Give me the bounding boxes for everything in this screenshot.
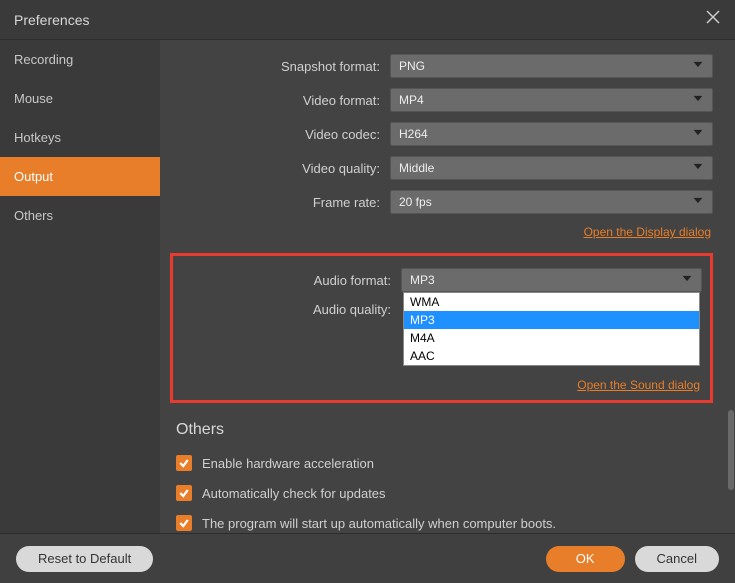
window-title: Preferences (14, 12, 89, 28)
video-quality-select[interactable]: Middle (390, 156, 713, 180)
ok-button[interactable]: OK (546, 546, 625, 572)
hw-accel-checkbox[interactable] (176, 455, 192, 471)
close-icon[interactable] (705, 9, 721, 30)
sidebar-item-mouse[interactable]: Mouse (0, 79, 160, 118)
hw-accel-label: Enable hardware acceleration (202, 456, 374, 471)
audio-format-dropdown[interactable]: WMA MP3 M4A AAC (403, 292, 700, 366)
snapshot-format-label: Snapshot format: (170, 59, 390, 74)
audio-format-option-wma[interactable]: WMA (404, 293, 699, 311)
scrollbar-thumb[interactable] (728, 410, 734, 490)
auto-update-label: Automatically check for updates (202, 486, 386, 501)
cancel-button[interactable]: Cancel (635, 546, 719, 572)
video-quality-label: Video quality: (170, 161, 390, 176)
video-codec-label: Video codec: (170, 127, 390, 142)
audio-highlight-box: Audio format: MP3 Audio quality: WMA MP3… (170, 253, 713, 403)
frame-rate-label: Frame rate: (170, 195, 390, 210)
auto-update-checkbox[interactable] (176, 485, 192, 501)
audio-format-select[interactable]: MP3 (401, 268, 702, 292)
audio-format-option-mp3[interactable]: MP3 (404, 311, 699, 329)
open-sound-dialog-link[interactable]: Open the Sound dialog (577, 378, 700, 392)
content-pane: Snapshot format: PNG Video format: MP4 V… (160, 40, 735, 533)
audio-format-option-m4a[interactable]: M4A (404, 329, 699, 347)
footer: Reset to Default OK Cancel (0, 533, 735, 583)
sidebar-item-output[interactable]: Output (0, 157, 160, 196)
video-format-select[interactable]: MP4 (390, 88, 713, 112)
audio-quality-label: Audio quality: (181, 302, 401, 317)
snapshot-format-select[interactable]: PNG (390, 54, 713, 78)
sidebar: Recording Mouse Hotkeys Output Others (0, 40, 160, 533)
sidebar-item-others[interactable]: Others (0, 196, 160, 235)
sidebar-item-hotkeys[interactable]: Hotkeys (0, 118, 160, 157)
auto-start-label: The program will start up automatically … (202, 516, 556, 531)
audio-format-option-aac[interactable]: AAC (404, 347, 699, 365)
sidebar-item-recording[interactable]: Recording (0, 40, 160, 79)
title-bar: Preferences (0, 0, 735, 40)
auto-start-checkbox[interactable] (176, 515, 192, 531)
open-display-dialog-link[interactable]: Open the Display dialog (584, 225, 711, 239)
reset-to-default-button[interactable]: Reset to Default (16, 546, 153, 572)
video-format-label: Video format: (170, 93, 390, 108)
video-codec-select[interactable]: H264 (390, 122, 713, 146)
frame-rate-select[interactable]: 20 fps (390, 190, 713, 214)
others-section-title: Others (176, 421, 713, 439)
audio-format-label: Audio format: (181, 273, 401, 288)
